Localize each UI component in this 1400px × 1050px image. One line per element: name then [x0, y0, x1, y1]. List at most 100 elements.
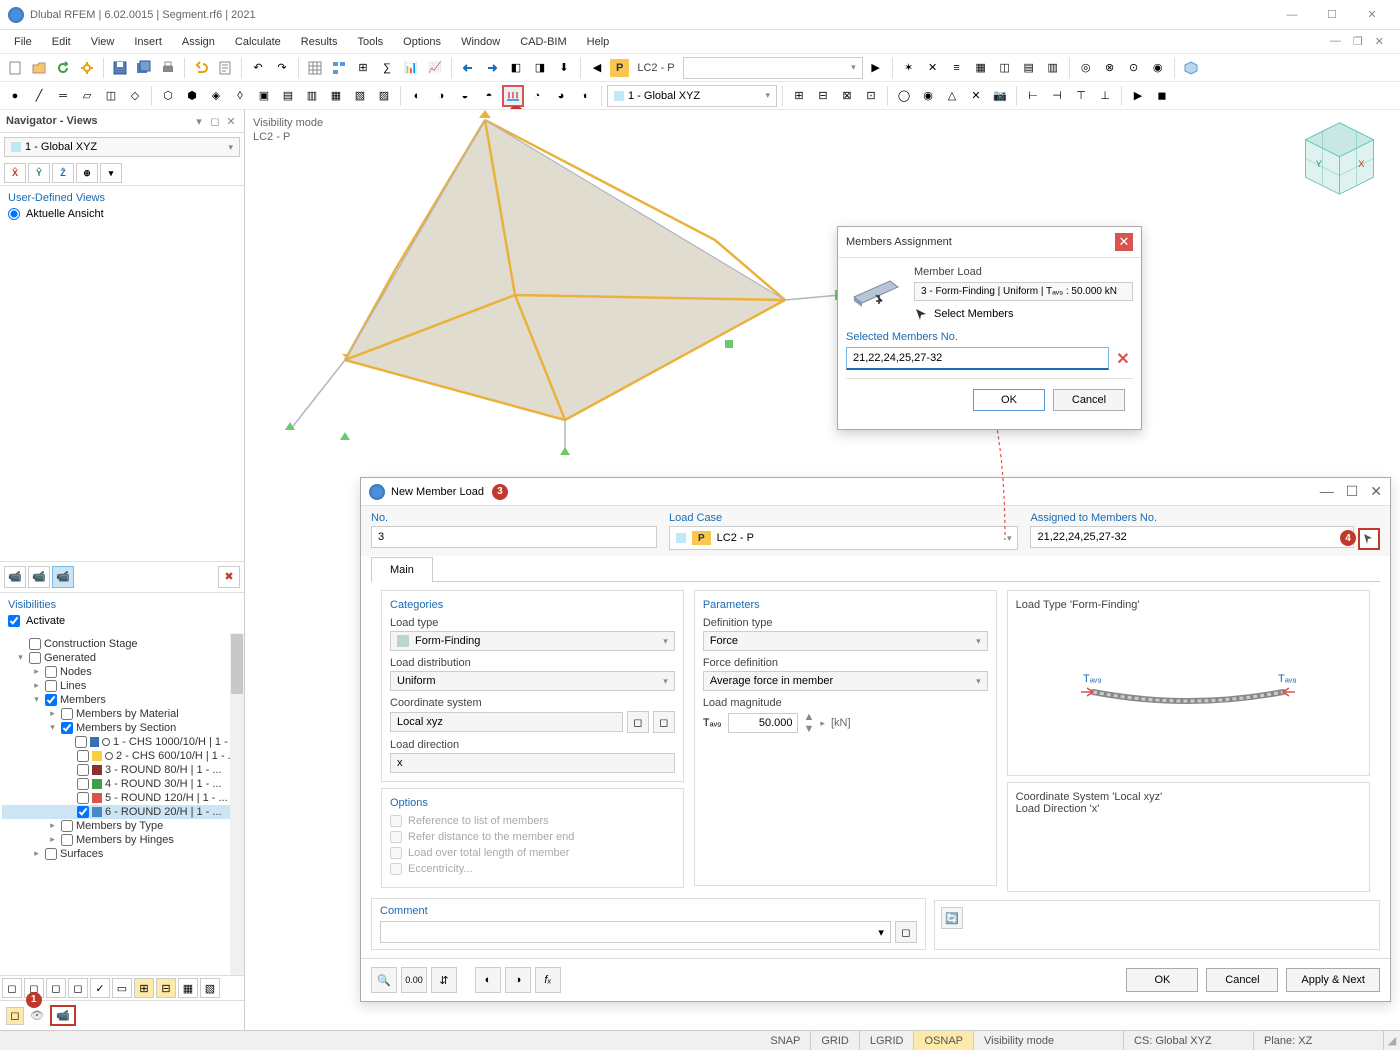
status-lgrid[interactable]: LGRID: [860, 1031, 915, 1050]
nbt2-1[interactable]: ◻: [6, 1007, 24, 1025]
toolbar-x11-icon[interactable]: ◉: [1147, 57, 1169, 79]
menu-assign[interactable]: Assign: [172, 33, 225, 51]
ft-search-icon[interactable]: 🔍: [371, 967, 397, 993]
tree-checkbox[interactable]: [61, 834, 73, 846]
tree-checkbox[interactable]: [45, 848, 57, 860]
tree-checkbox[interactable]: [77, 806, 89, 818]
nml-assign-pick-button[interactable]: [1358, 528, 1380, 550]
tree-checkbox[interactable]: [29, 652, 41, 664]
nbt-1[interactable]: ◻: [2, 978, 22, 998]
menu-edit[interactable]: Edit: [42, 33, 81, 51]
toolbar-save-icon[interactable]: [109, 57, 131, 79]
tree-checkbox[interactable]: [29, 638, 41, 650]
tb2-node-icon[interactable]: ●: [4, 85, 26, 107]
toolbar-tree-icon[interactable]: [328, 57, 350, 79]
nbt-6[interactable]: ▭: [112, 978, 132, 998]
tree-row[interactable]: ▸Surfaces: [2, 847, 242, 861]
preview-refresh-btn[interactable]: 🔄: [941, 907, 963, 929]
comment-field[interactable]: ▾: [380, 921, 891, 943]
navigator-float-icon[interactable]: ◻: [208, 114, 222, 128]
tree-checkbox[interactable]: [45, 666, 57, 678]
tb2-member-load-icon[interactable]: [502, 85, 524, 107]
nbt-3[interactable]: ◻: [46, 978, 66, 998]
ma-selected-input[interactable]: [846, 347, 1109, 370]
mdi-restore-icon[interactable]: ❐: [1349, 33, 1367, 50]
tree-expander-icon[interactable]: ▸: [31, 848, 42, 859]
tree-row[interactable]: ▾Members: [2, 693, 242, 707]
tb2-b1-icon[interactable]: ◐: [406, 85, 428, 107]
navigator-pin-icon[interactable]: ▾: [192, 114, 206, 128]
tb2-a5-icon[interactable]: ▣: [253, 85, 275, 107]
nml-close-icon[interactable]: ✕: [1370, 483, 1382, 500]
tree-row[interactable]: ▸Members by Material: [2, 707, 242, 721]
tree-checkbox[interactable]: [77, 778, 89, 790]
camera-highlighted[interactable]: 📹: [50, 1005, 76, 1026]
tree-checkbox[interactable]: [75, 736, 87, 748]
mag-input[interactable]: [728, 713, 798, 733]
tree-row[interactable]: ▸Lines: [2, 679, 242, 693]
ft-units-icon[interactable]: 0.00: [401, 967, 427, 993]
tree-row[interactable]: 4 - ROUND 30/H | 1 - ...: [2, 777, 242, 791]
user-view-radio[interactable]: [8, 208, 20, 220]
tb2-a6-icon[interactable]: ▤: [277, 85, 299, 107]
tb2-b2-icon[interactable]: ◑: [430, 85, 452, 107]
tree-expander-icon[interactable]: [61, 736, 72, 747]
tb2-b4-icon[interactable]: ◓: [478, 85, 500, 107]
menu-help[interactable]: Help: [577, 33, 620, 51]
tb2-a9-icon[interactable]: ▧: [349, 85, 371, 107]
navigator-view-combo[interactable]: 1 - Global XYZ ▾: [4, 137, 240, 157]
nbt-4[interactable]: ◻: [68, 978, 88, 998]
coord-btn-2[interactable]: ◻: [653, 711, 675, 733]
nbt-5[interactable]: ✓: [90, 978, 110, 998]
ft-fx-icon[interactable]: fₓ: [535, 967, 561, 993]
toolbar-arrow-right-icon[interactable]: [481, 57, 503, 79]
ma-ok-button[interactable]: OK: [973, 389, 1045, 411]
tb2-d1-icon[interactable]: ⊞: [788, 85, 810, 107]
tree-expander-icon[interactable]: ▾: [31, 694, 42, 705]
tb2-a8-icon[interactable]: ▦: [325, 85, 347, 107]
menu-cadbim[interactable]: CAD-BIM: [510, 33, 576, 51]
toolbar-x7-icon[interactable]: ▥: [1042, 57, 1064, 79]
menu-view[interactable]: View: [81, 33, 125, 51]
toolbar-open-icon[interactable]: [28, 57, 50, 79]
tb2-d4-icon[interactable]: ⊡: [860, 85, 882, 107]
toolbar-x8-icon[interactable]: ◎: [1075, 57, 1097, 79]
nml-minimize-icon[interactable]: —: [1320, 483, 1334, 500]
toolbar-graph-icon[interactable]: 📊: [400, 57, 422, 79]
nml-apply-button[interactable]: Apply & Next: [1286, 968, 1380, 992]
nbt-9[interactable]: ▦: [178, 978, 198, 998]
tree-checkbox[interactable]: [45, 680, 57, 692]
tb2-b3-icon[interactable]: ◒: [454, 85, 476, 107]
toolbar-x6-icon[interactable]: ▤: [1018, 57, 1040, 79]
toolbar-arrow-left-icon[interactable]: [457, 57, 479, 79]
tree-expander-icon[interactable]: ▸: [47, 708, 58, 719]
tree-expander-icon[interactable]: ▸: [31, 680, 42, 691]
tree-checkbox[interactable]: [77, 764, 89, 776]
tree-checkbox[interactable]: [61, 708, 73, 720]
force-def-select[interactable]: Average force in member▾: [703, 671, 988, 691]
toolbar-new-icon[interactable]: [4, 57, 26, 79]
coord-btn-1[interactable]: ◻: [627, 711, 649, 733]
tb2-g1-icon[interactable]: ▶: [1127, 85, 1149, 107]
ma-close-button[interactable]: ✕: [1115, 233, 1133, 251]
ft-3-icon[interactable]: ⇵: [431, 967, 457, 993]
nml-maximize-icon[interactable]: ☐: [1346, 483, 1359, 500]
toolbar-undo-icon[interactable]: [190, 57, 212, 79]
orientation-cube[interactable]: X Y: [1297, 116, 1382, 201]
toolbar-misc2-icon[interactable]: ◨: [529, 57, 551, 79]
tb2-a4-icon[interactable]: ◊: [229, 85, 251, 107]
tree-expander-icon[interactable]: ▸: [31, 666, 42, 677]
tree-expander-icon[interactable]: ▸: [47, 820, 58, 831]
toolbar-redo-icon[interactable]: ↷: [271, 57, 293, 79]
tree-expander-icon[interactable]: [63, 750, 74, 761]
tree-checkbox[interactable]: [61, 722, 73, 734]
tb2-e3-icon[interactable]: △: [941, 85, 963, 107]
scrollbar-thumb[interactable]: [231, 634, 243, 694]
toolbar-x5-icon[interactable]: ◫: [994, 57, 1016, 79]
tree-row[interactable]: 1 - CHS 1000/10/H | 1 - ...: [2, 735, 242, 749]
status-osnap[interactable]: OSNAP: [914, 1031, 974, 1050]
tree-row[interactable]: 2 - CHS 600/10/H | 1 - ...: [2, 749, 242, 763]
toolbar-x1-icon[interactable]: ✶: [898, 57, 920, 79]
nml-no-field[interactable]: 3: [371, 526, 657, 548]
toolbar-box-icon[interactable]: [1180, 57, 1202, 79]
